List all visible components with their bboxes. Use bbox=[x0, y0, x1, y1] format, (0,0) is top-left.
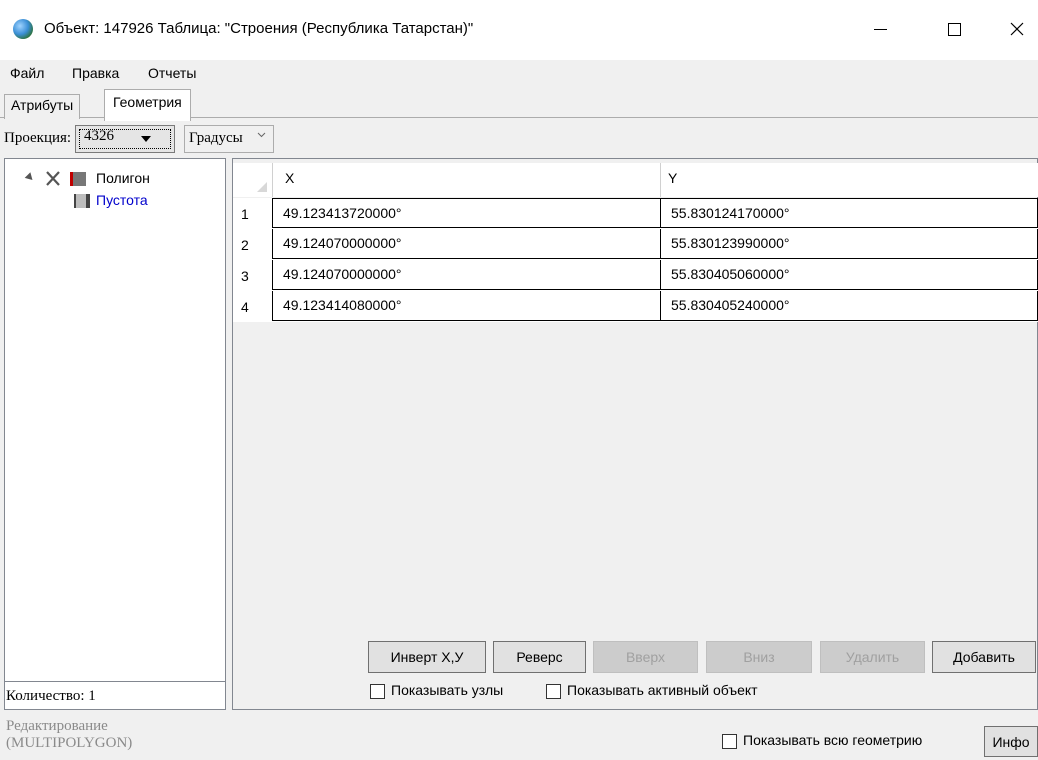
count-label: Количество: 1 bbox=[6, 688, 96, 704]
projection-label: Проекция: bbox=[4, 130, 72, 146]
show-all-geometry-checkbox[interactable] bbox=[722, 734, 737, 749]
projection-value: 4326 bbox=[84, 128, 114, 144]
column-header-x-label: X bbox=[285, 170, 295, 186]
tab-geometry[interactable]: Геометрия bbox=[104, 89, 191, 121]
chevron-down-icon bbox=[257, 132, 266, 138]
status-text: Редактирование (MULTIPOLYGON) bbox=[6, 718, 186, 752]
row-number: 4 bbox=[241, 299, 249, 315]
maximize-button[interactable] bbox=[931, 12, 977, 46]
window-title: Объект: 147926 Таблица: "Строения (Респу… bbox=[44, 20, 474, 37]
cell-x[interactable]: 49.124070000000° bbox=[272, 229, 661, 259]
move-down-button[interactable]: Вниз bbox=[706, 641, 812, 673]
minimize-icon bbox=[873, 28, 887, 30]
cell-y-value: 55.830123990000° bbox=[671, 235, 790, 251]
row-number: 3 bbox=[241, 268, 249, 284]
column-header-y[interactable] bbox=[660, 163, 1038, 197]
projection-select[interactable]: 4326 bbox=[75, 125, 175, 153]
show-active-label[interactable]: Показывать активный объект bbox=[567, 682, 758, 698]
cell-x[interactable]: 49.123413720000° bbox=[272, 198, 661, 228]
polygon-icon bbox=[70, 172, 86, 186]
cell-x-value: 49.123414080000° bbox=[283, 297, 402, 313]
units-value: Градусы bbox=[189, 130, 243, 146]
minimize-button[interactable] bbox=[857, 12, 903, 46]
cell-y[interactable]: 55.830405060000° bbox=[660, 260, 1038, 290]
status-line-1: Редактирование bbox=[6, 718, 108, 734]
status-line-2: (MULTIPOLYGON) bbox=[6, 735, 133, 751]
cell-x[interactable]: 49.124070000000° bbox=[272, 260, 661, 290]
cell-y-value: 55.830124170000° bbox=[671, 205, 790, 221]
show-nodes-label[interactable]: Показывать узлы bbox=[391, 682, 503, 698]
cell-x-value: 49.123413720000° bbox=[283, 205, 402, 221]
cell-x-value: 49.124070000000° bbox=[283, 235, 402, 251]
cell-x-value: 49.124070000000° bbox=[283, 266, 402, 282]
cell-y[interactable]: 55.830123990000° bbox=[660, 229, 1038, 259]
column-header-y-label: Y bbox=[668, 170, 678, 186]
cell-y-value: 55.830405060000° bbox=[671, 266, 790, 282]
geometry-tree[interactable] bbox=[4, 158, 226, 710]
menu-reports[interactable]: Отчеты bbox=[148, 65, 196, 81]
table-row[interactable]: 1 49.123413720000° 55.830124170000° bbox=[233, 198, 1038, 229]
close-button[interactable] bbox=[994, 12, 1038, 46]
tree-item-polygon[interactable]: Полигон bbox=[96, 170, 150, 186]
show-nodes-checkbox[interactable] bbox=[370, 684, 385, 699]
dropdown-arrow-icon bbox=[141, 136, 151, 142]
table-row[interactable]: 3 49.124070000000° 55.830405060000° bbox=[233, 260, 1038, 291]
cell-y[interactable]: 55.830405240000° bbox=[660, 291, 1038, 321]
info-button[interactable]: Инфо bbox=[984, 726, 1038, 757]
column-header-x[interactable] bbox=[272, 163, 660, 197]
cell-x[interactable]: 49.123414080000° bbox=[272, 291, 661, 321]
show-all-geometry-label[interactable]: Показывать всю геометрию bbox=[743, 732, 922, 748]
delete-button[interactable]: Удалить bbox=[820, 641, 925, 673]
row-number: 2 bbox=[241, 237, 249, 253]
show-active-checkbox[interactable] bbox=[546, 684, 561, 699]
tab-attributes[interactable]: Атрибуты bbox=[4, 94, 81, 119]
units-select[interactable]: Градусы bbox=[184, 125, 274, 153]
table-row[interactable]: 4 49.123414080000° 55.830405240000° bbox=[233, 291, 1038, 322]
tools-icon bbox=[46, 171, 60, 186]
menu-edit[interactable]: Правка bbox=[72, 65, 119, 81]
void-icon bbox=[74, 194, 90, 208]
table-row[interactable]: 2 49.124070000000° 55.830123990000° bbox=[233, 229, 1038, 260]
maximize-icon bbox=[947, 22, 961, 36]
row-number: 1 bbox=[241, 206, 249, 222]
invert-xy-button[interactable]: Инверт X,У bbox=[368, 641, 486, 673]
reverse-button[interactable]: Реверс bbox=[493, 641, 586, 673]
add-button[interactable]: Добавить bbox=[932, 641, 1036, 673]
menu-file[interactable]: Файл bbox=[10, 65, 44, 81]
move-up-button[interactable]: Вверх bbox=[593, 641, 698, 673]
cell-y[interactable]: 55.830124170000° bbox=[660, 198, 1038, 228]
close-icon bbox=[1010, 22, 1024, 36]
cell-y-value: 55.830405240000° bbox=[671, 297, 790, 313]
tree-item-void[interactable]: Пустота bbox=[96, 192, 148, 208]
globe-icon bbox=[13, 19, 33, 39]
select-all-corner-icon[interactable] bbox=[257, 182, 267, 192]
